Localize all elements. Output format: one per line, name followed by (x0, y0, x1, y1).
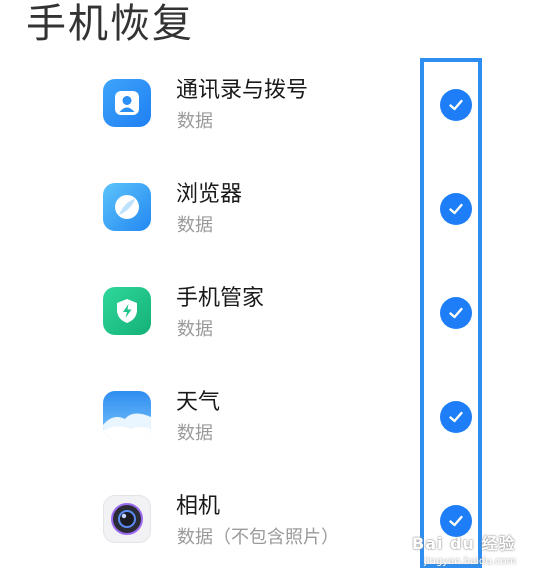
app-subtitle: 数据 (177, 423, 213, 444)
app-name: 天气 (176, 390, 221, 415)
app-subtitle: 数据 (177, 215, 213, 236)
check-icon[interactable] (440, 193, 472, 225)
check-icon[interactable] (440, 89, 472, 121)
page-title: 手机恢复 (26, 1, 194, 47)
check-icon[interactable] (440, 297, 472, 329)
app-subtitle: 数据（不包含照片） (177, 527, 339, 548)
app-name: 浏览器 (176, 182, 243, 207)
app-subtitle: 数据 (177, 111, 213, 132)
list-item-contacts[interactable]: 通讯录与拨号 数据 (0, 55, 536, 155)
browser-icon (103, 183, 151, 231)
app-name: 通讯录与拨号 (176, 78, 309, 103)
watermark-logo: Bai du 经验 (412, 534, 516, 553)
app-subtitle: 数据 (177, 319, 213, 340)
list-item-weather[interactable]: 天气 数据 (0, 367, 536, 467)
contacts-icon (103, 79, 151, 127)
list-item-phone-manager[interactable]: 手机管家 数据 (0, 263, 536, 363)
weather-icon (103, 391, 151, 439)
camera-icon (103, 495, 151, 543)
app-name: 相机 (176, 494, 221, 519)
check-icon[interactable] (440, 401, 472, 433)
list-item-browser[interactable]: 浏览器 数据 (0, 159, 536, 259)
shield-icon (103, 287, 151, 335)
app-name: 手机管家 (176, 286, 265, 311)
watermark-url: jingyan.baidu.com (424, 556, 517, 567)
